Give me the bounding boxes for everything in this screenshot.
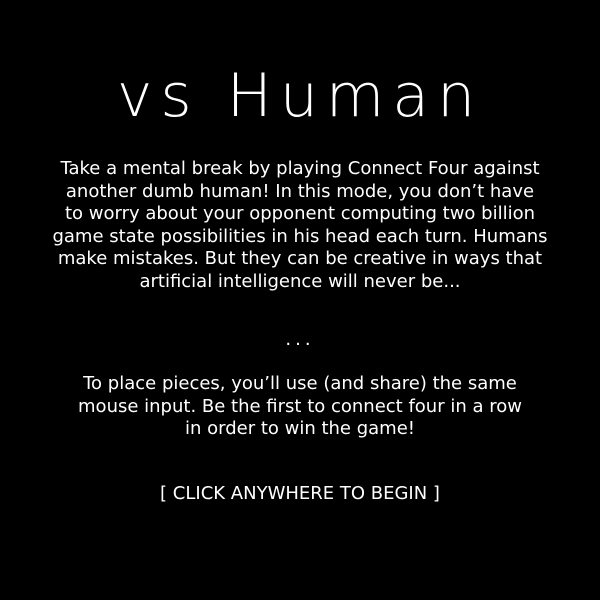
- instructions-paragraph: To place pieces, you’ll use (and share) …: [78, 373, 522, 439]
- intro-paragraph: Take a mental break by playing Connect F…: [52, 158, 548, 292]
- mode-title: vs Human: [116, 61, 484, 131]
- start-screen[interactable]: vs Human Take a mental break by playing …: [0, 0, 600, 600]
- click-to-begin-prompt[interactable]: [ CLICK ANYWHERE TO BEGIN ]: [0, 483, 600, 505]
- separator-ellipsis: ...: [285, 329, 315, 350]
